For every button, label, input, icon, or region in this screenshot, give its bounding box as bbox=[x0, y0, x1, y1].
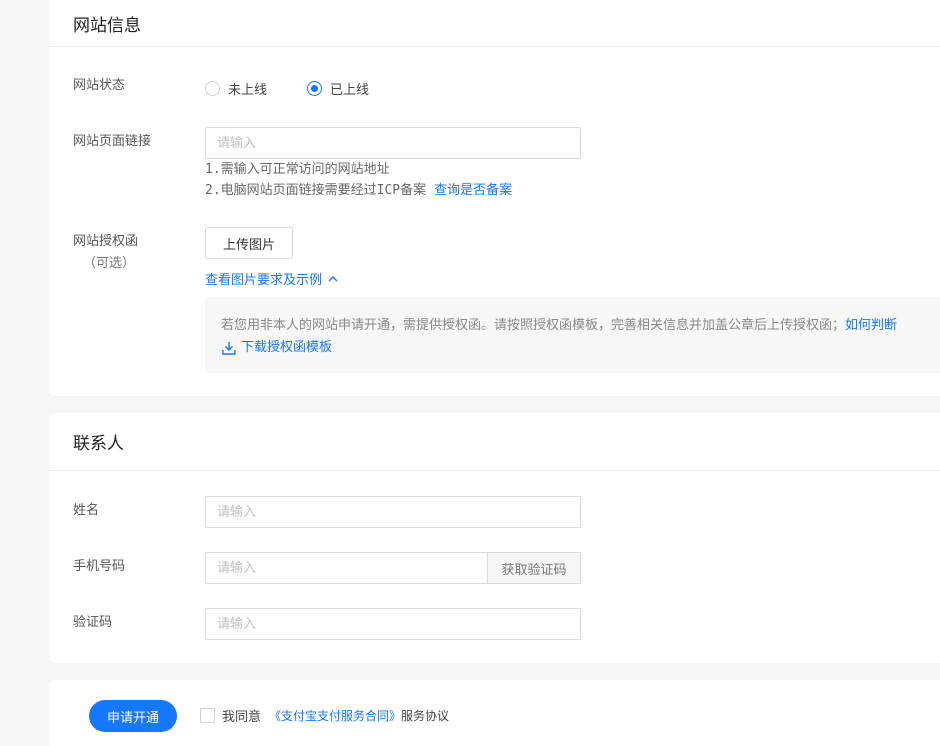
auth-letter-notice: 若您用非本人的网站申请开通，需提供授权函。请按照授权函模板，完善相关信息并加盖公… bbox=[205, 297, 940, 373]
radio-offline[interactable]: 未上线 bbox=[205, 79, 267, 98]
hint-line-2: 2.电脑网站页面链接需要经过ICP备案 bbox=[205, 183, 427, 198]
contact-title: 联系人 bbox=[49, 413, 940, 471]
name-input[interactable] bbox=[205, 496, 581, 528]
website-status-label: 网站状态 bbox=[73, 78, 126, 93]
notice-line: 若您用非本人的网站申请开通，需提供授权函。请按照授权函模板，完善相关信息并加盖公… bbox=[221, 315, 940, 337]
auth-letter-optional: （可选） bbox=[83, 256, 136, 271]
radio-online-label: 已上线 bbox=[330, 83, 370, 98]
view-example-link[interactable]: 查看图片要求及示例 bbox=[205, 269, 322, 288]
name-label: 姓名 bbox=[73, 503, 100, 518]
website-link-label: 网站页面链接 bbox=[73, 134, 152, 149]
hint-line-2-wrap: 2.电脑网站页面链接需要经过ICP备案 查询是否备案 bbox=[205, 180, 512, 201]
phone-input[interactable] bbox=[205, 552, 489, 584]
footer-card: 申请开通 我同意 《支付宝支付服务合同》 服务协议 bbox=[49, 680, 940, 746]
radio-offline-label: 未上线 bbox=[228, 83, 268, 98]
radio-offline-circle[interactable] bbox=[205, 81, 220, 96]
upload-image-button[interactable]: 上传图片 bbox=[205, 227, 293, 259]
view-example-toggle[interactable]: 查看图片要求及示例 bbox=[205, 269, 339, 288]
website-link-hints: 1.需输入可正常访问的网站地址 2.电脑网站页面链接需要经过ICP备案 查询是否… bbox=[205, 159, 512, 201]
radio-online[interactable]: 已上线 bbox=[307, 79, 369, 98]
how-to-judge-link[interactable]: 如何判断 bbox=[845, 318, 897, 333]
website-info-title: 网站信息 bbox=[49, 0, 940, 47]
code-label: 验证码 bbox=[73, 615, 113, 630]
hint-line-1: 1.需输入可正常访问的网站地址 bbox=[205, 162, 390, 177]
agreement-text: 我同意 《支付宝支付服务合同》 服务协议 bbox=[222, 706, 449, 725]
agree-checkbox[interactable] bbox=[200, 708, 215, 723]
auth-letter-label: 网站授权函 bbox=[73, 234, 139, 249]
download-icon bbox=[222, 342, 236, 355]
download-template-link[interactable]: 下载授权函模板 bbox=[241, 337, 332, 359]
apply-submit-button[interactable]: 申请开通 bbox=[89, 700, 177, 732]
code-input[interactable] bbox=[205, 608, 581, 640]
contact-card: 联系人 姓名 手机号码 获取验证码 验证码 bbox=[49, 413, 940, 663]
notice-text: 若您用非本人的网站申请开通，需提供授权函。请按照授权函模板，完善相关信息并加盖公… bbox=[221, 318, 846, 333]
agree-label: 我同意 bbox=[222, 710, 262, 725]
website-status-radio-group: 未上线 已上线 bbox=[205, 79, 409, 98]
radio-online-circle[interactable] bbox=[307, 81, 323, 96]
get-code-button[interactable]: 获取验证码 bbox=[487, 552, 581, 584]
chevron-up-icon bbox=[328, 275, 338, 281]
download-template[interactable]: 下载授权函模板 bbox=[221, 337, 940, 359]
agreement-suffix: 服务协议 bbox=[401, 709, 450, 723]
phone-label: 手机号码 bbox=[73, 559, 126, 574]
website-info-card: 网站信息 网站状态 未上线 已上线 网站页面链接 1.需输入可正常访问的网站地址… bbox=[49, 0, 940, 396]
check-icp-link[interactable]: 查询是否备案 bbox=[434, 180, 512, 201]
website-link-input[interactable] bbox=[205, 127, 581, 159]
contract-link[interactable]: 《支付宝支付服务合同》 bbox=[269, 707, 401, 724]
